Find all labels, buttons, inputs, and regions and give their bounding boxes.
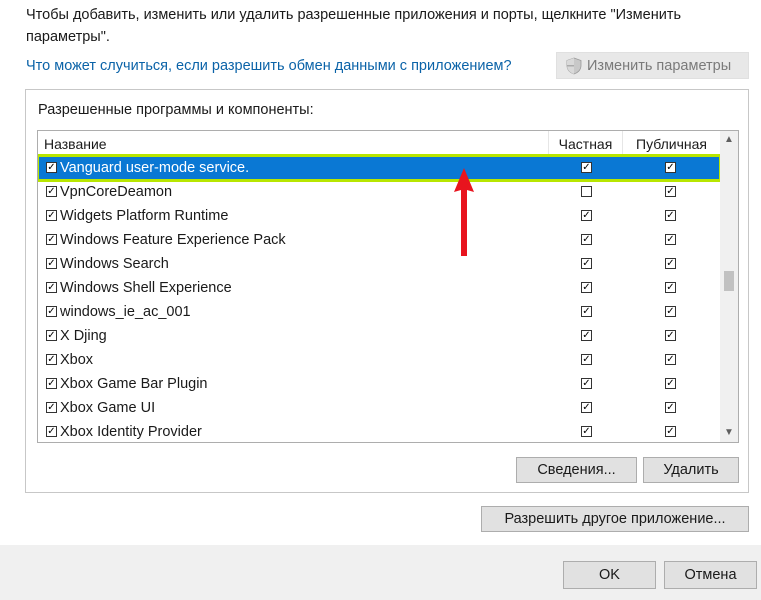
app-name: Xbox Game UI — [60, 400, 156, 416]
change-settings-button[interactable]: Изменить параметры — [556, 52, 749, 79]
enabled-checkbox[interactable]: ✓ — [46, 330, 57, 341]
allow-other-app-button[interactable]: Разрешить другое приложение... — [481, 506, 749, 532]
group-title: Разрешенные программы и компоненты: — [38, 102, 314, 118]
cancel-button[interactable]: Отмена — [664, 561, 757, 589]
allowed-apps-list[interactable]: Название Частная Публичная ✓ Vanguard use… — [37, 130, 739, 443]
enabled-checkbox[interactable]: ✓ — [46, 402, 57, 413]
column-header-name[interactable]: Название — [38, 131, 549, 155]
enabled-checkbox[interactable]: ✓ — [46, 162, 57, 173]
public-checkbox[interactable]: ✓ — [665, 426, 676, 437]
change-settings-label: Изменить параметры — [587, 57, 732, 74]
app-name: Widgets Platform Runtime — [60, 208, 229, 224]
private-checkbox[interactable]: ✓ — [581, 210, 592, 221]
allowed-apps-group: Разрешенные программы и компоненты: Назв… — [25, 89, 749, 493]
list-item[interactable]: ✓ Windows Feature Experience Pack ✓ ✓ — [38, 228, 720, 252]
column-header-private[interactable]: Частная — [549, 131, 623, 155]
list-item[interactable]: ✓ Xbox ✓ ✓ — [38, 348, 720, 372]
scroll-thumb[interactable] — [724, 271, 734, 291]
list-item[interactable]: ✓ Windows Shell Experience ✓ ✓ — [38, 276, 720, 300]
private-checkbox[interactable]: ✓ — [581, 426, 592, 437]
private-checkbox[interactable]: ✓ — [581, 402, 592, 413]
private-checkbox[interactable]: ✓ — [581, 258, 592, 269]
list-item[interactable]: ✓ Xbox Game UI ✓ ✓ — [38, 396, 720, 420]
enabled-checkbox[interactable]: ✓ — [46, 306, 57, 317]
list-header: Название Частная Публичная — [38, 131, 720, 156]
enabled-checkbox[interactable]: ✓ — [46, 378, 57, 389]
list-item[interactable]: ✓ Windows Search ✓ ✓ — [38, 252, 720, 276]
public-checkbox[interactable]: ✓ — [665, 378, 676, 389]
app-name: Xbox Game Bar Plugin — [60, 376, 208, 392]
app-name: Vanguard user-mode service. — [60, 160, 250, 176]
private-checkbox[interactable]: ✓ — [581, 354, 592, 365]
public-checkbox[interactable]: ✓ — [665, 210, 676, 221]
scroll-up-icon[interactable]: ▲ — [720, 131, 738, 149]
private-checkbox[interactable]: ✓ — [581, 306, 592, 317]
private-checkbox[interactable]: ✓ — [581, 330, 592, 341]
public-checkbox[interactable]: ✓ — [665, 282, 676, 293]
public-checkbox[interactable]: ✓ — [665, 354, 676, 365]
list-item[interactable]: ✓ VpnCoreDeamon ✓ — [38, 180, 720, 204]
private-checkbox[interactable] — [581, 186, 592, 197]
dialog-footer: OK Отмена — [0, 545, 761, 600]
list-item[interactable]: ✓ Xbox Game Bar Plugin ✓ ✓ — [38, 372, 720, 396]
public-checkbox[interactable]: ✓ — [665, 234, 676, 245]
private-checkbox[interactable]: ✓ — [581, 234, 592, 245]
vertical-scrollbar[interactable]: ▲ ▼ — [720, 131, 738, 442]
list-rows: ✓ Vanguard user-mode service. ✓ ✓ ✓ VpnCoreDe… — [38, 154, 722, 442]
ok-button[interactable]: OK — [563, 561, 656, 589]
app-name: windows_ie_ac_001 — [60, 304, 191, 320]
delete-button[interactable]: Удалить — [643, 457, 739, 483]
list-item[interactable]: ✓ windows_ie_ac_001 ✓ ✓ — [38, 300, 720, 324]
list-item[interactable]: ✓ Xbox Identity Provider ✓ ✓ — [38, 420, 720, 442]
risk-info-link[interactable]: Что может случиться, если разрешить обме… — [26, 58, 512, 74]
public-checkbox[interactable]: ✓ — [665, 330, 676, 341]
red-arrow-icon — [454, 168, 474, 256]
private-checkbox[interactable]: ✓ — [581, 162, 592, 173]
public-checkbox[interactable]: ✓ — [665, 258, 676, 269]
app-name: Windows Search — [60, 256, 169, 272]
public-checkbox[interactable]: ✓ — [665, 402, 676, 413]
enabled-checkbox[interactable]: ✓ — [46, 354, 57, 365]
column-header-public[interactable]: Публичная — [623, 131, 720, 155]
intro-text: Чтобы добавить, изменить или удалить раз… — [26, 7, 682, 45]
app-name: Windows Shell Experience — [60, 280, 232, 296]
enabled-checkbox[interactable]: ✓ — [46, 210, 57, 221]
list-item[interactable]: ✓ Vanguard user-mode service. ✓ ✓ — [38, 154, 722, 182]
uac-shield-icon — [566, 57, 582, 74]
app-name: VpnCoreDeamon — [60, 184, 173, 200]
list-item[interactable]: ✓ X Djing ✓ ✓ — [38, 324, 720, 348]
app-name: Xbox Identity Provider — [60, 424, 202, 440]
details-button[interactable]: Сведения... — [516, 457, 637, 483]
enabled-checkbox[interactable]: ✓ — [46, 426, 57, 437]
enabled-checkbox[interactable]: ✓ — [46, 234, 57, 245]
enabled-checkbox[interactable]: ✓ — [46, 258, 57, 269]
public-checkbox[interactable]: ✓ — [665, 306, 676, 317]
app-name: Windows Feature Experience Pack — [60, 232, 286, 248]
scroll-down-icon[interactable]: ▼ — [720, 424, 738, 442]
enabled-checkbox[interactable]: ✓ — [46, 282, 57, 293]
enabled-checkbox[interactable]: ✓ — [46, 186, 57, 197]
list-item[interactable]: ✓ Widgets Platform Runtime ✓ ✓ — [38, 204, 720, 228]
private-checkbox[interactable]: ✓ — [581, 282, 592, 293]
private-checkbox[interactable]: ✓ — [581, 378, 592, 389]
app-name: X Djing — [60, 328, 107, 344]
public-checkbox[interactable]: ✓ — [665, 186, 676, 197]
public-checkbox[interactable]: ✓ — [665, 162, 676, 173]
app-name: Xbox — [60, 352, 94, 368]
